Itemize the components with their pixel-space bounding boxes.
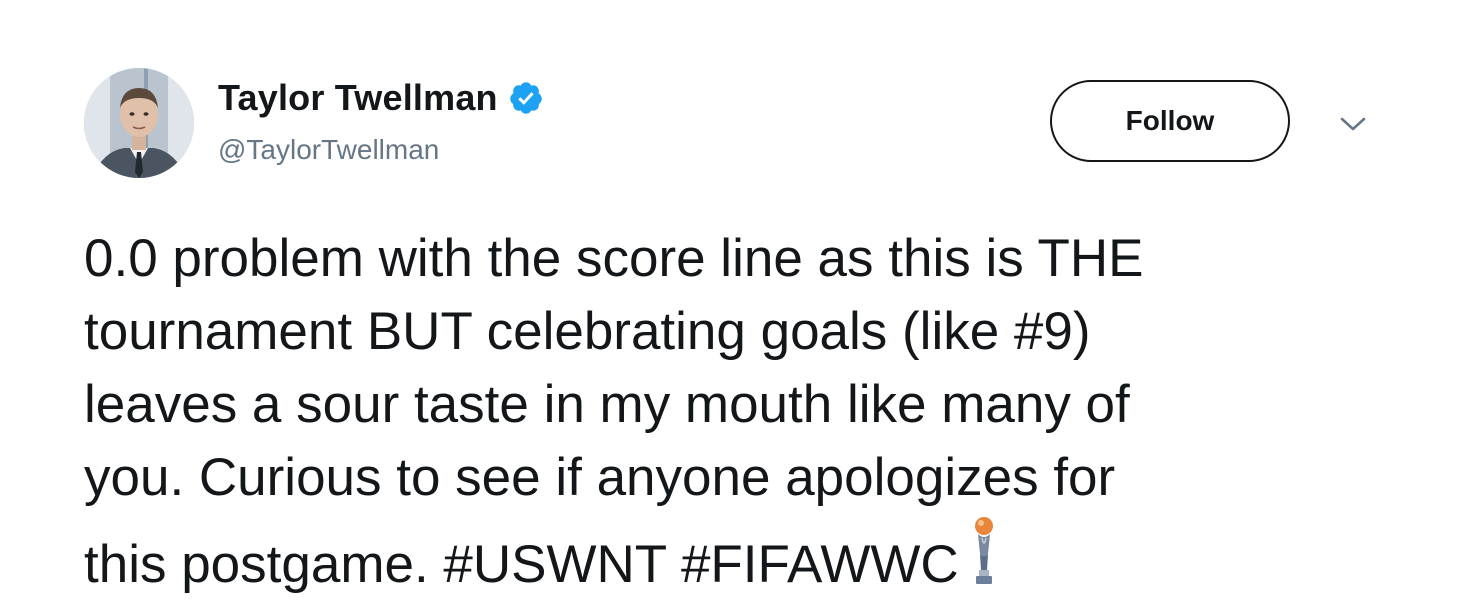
author-handle[interactable]: @TaylorTwellman [218, 134, 544, 166]
tweet-text-line: tournament BUT celebrating goals (like #… [84, 302, 1091, 361]
author-display-name[interactable]: Taylor Twellman [218, 77, 498, 119]
tweet-text-line: this postgame. #USWNT #FIFAWWC [84, 535, 959, 594]
tweet-card: Taylor Twellman @TaylorTwellman Follow 0… [0, 0, 1460, 612]
tweet-author: Taylor Twellman @TaylorTwellman [218, 76, 544, 166]
tweet-text-line: you. Curious to see if anyone apologizes… [84, 448, 1116, 507]
tweet-text-line: 0.0 problem with the score line as this … [84, 229, 1144, 288]
avatar[interactable] [84, 68, 194, 178]
trophy-icon [974, 517, 993, 584]
tweet-text: 0.0 problem with the score line as this … [84, 222, 1414, 601]
follow-button[interactable]: Follow [1050, 80, 1290, 162]
avatar-image [84, 68, 194, 178]
author-name-row: Taylor Twellman [218, 76, 544, 120]
tweet-text-line: leaves a sour taste in my mouth like man… [84, 375, 1130, 434]
verified-badge-icon [509, 82, 542, 114]
tweet-text-last-line: this postgame. #USWNT #FIFAWWC [84, 514, 1414, 601]
chevron-down-icon[interactable] [1338, 114, 1368, 134]
